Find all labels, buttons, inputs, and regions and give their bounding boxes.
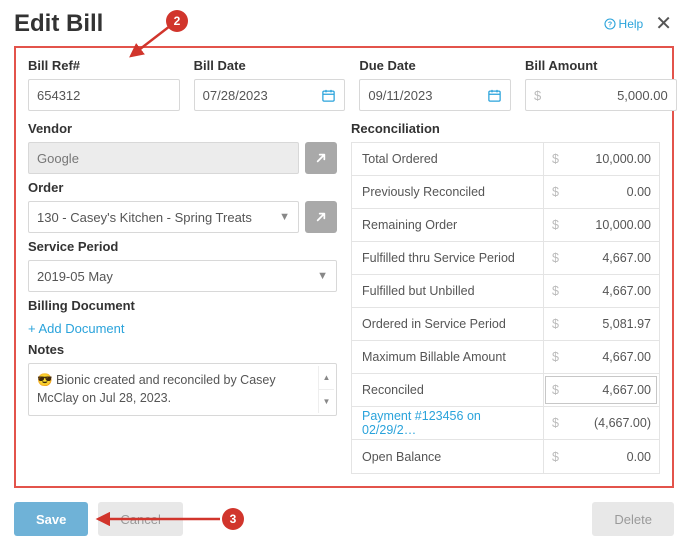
due-date-input[interactable]: 09/11/2023 <box>359 79 511 111</box>
delete-button[interactable]: Delete <box>592 502 674 536</box>
recon-row-label: Total Ordered <box>352 143 543 175</box>
notes-label: Notes <box>28 342 337 357</box>
chevron-down-icon: ▼ <box>279 211 290 223</box>
reconciliation-title: Reconciliation <box>351 121 660 136</box>
recon-row: Remaining Order$10,000.00 <box>352 209 659 242</box>
recon-row-label: Reconciled <box>352 374 543 406</box>
recon-row-link[interactable]: Payment #123456 on 02/29/2… <box>352 407 543 439</box>
recon-row: Fulfilled but Unbilled$4,667.00 <box>352 275 659 308</box>
recon-row-value: $4,667.00 <box>543 242 659 274</box>
bill-ref-input[interactable]: 654312 <box>28 79 180 111</box>
recon-row-value: $5,081.97 <box>543 308 659 340</box>
recon-row-value: $0.00 <box>543 176 659 208</box>
recon-row: Maximum Billable Amount$4,667.00 <box>352 341 659 374</box>
recon-row-value: $4,667.00 <box>543 341 659 373</box>
bill-amount-label: Bill Amount <box>525 58 677 73</box>
notes-stepper[interactable]: ▲▼ <box>318 366 334 413</box>
save-button[interactable]: Save <box>14 502 88 536</box>
order-select[interactable]: 130 - Casey's Kitchen - Spring Treats ▼ <box>28 201 299 233</box>
recon-row: Fulfilled thru Service Period$4,667.00 <box>352 242 659 275</box>
vendor-input: Google <box>28 142 299 174</box>
svg-text:?: ? <box>607 22 611 29</box>
recon-row: Open Balance$0.00 <box>352 440 659 473</box>
calendar-icon[interactable] <box>321 88 336 103</box>
service-period-select[interactable]: 2019-05 May ▼ <box>28 260 337 292</box>
recon-row: Reconciled$4,667.00 <box>352 374 659 407</box>
recon-row-label: Ordered in Service Period <box>352 308 543 340</box>
annotation-badge-3: 3 <box>222 508 244 530</box>
reconciliation-table: Total Ordered$10,000.00Previously Reconc… <box>351 142 660 474</box>
bill-ref-label: Bill Ref# <box>28 58 180 73</box>
recon-row-value: $0.00 <box>543 440 659 473</box>
recon-row-value[interactable]: $4,667.00 <box>543 374 659 406</box>
bill-date-label: Bill Date <box>194 58 346 73</box>
add-document-link[interactable]: + Add Document <box>28 321 337 336</box>
recon-row-label: Remaining Order <box>352 209 543 241</box>
vendor-label: Vendor <box>28 121 337 136</box>
annotation-badge-2: 2 <box>166 10 188 32</box>
help-label: Help <box>619 17 644 31</box>
recon-row: Payment #123456 on 02/29/2…$(4,667.00) <box>352 407 659 440</box>
notes-input[interactable]: 😎 Bionic created and reconciled by Casey… <box>28 363 337 416</box>
recon-row-label: Fulfilled thru Service Period <box>352 242 543 274</box>
open-order-icon[interactable] <box>305 201 337 233</box>
help-icon: ? <box>604 18 616 30</box>
billing-doc-label: Billing Document <box>28 298 337 313</box>
recon-row: Previously Reconciled$0.00 <box>352 176 659 209</box>
recon-row-label: Open Balance <box>352 440 543 473</box>
close-icon[interactable]: ✕ <box>653 12 674 36</box>
recon-row-value: $10,000.00 <box>543 143 659 175</box>
bill-amount-input[interactable]: $ 5,000.00 <box>525 79 677 111</box>
bill-date-input[interactable]: 07/28/2023 <box>194 79 346 111</box>
cancel-button[interactable]: Cancel <box>98 502 182 536</box>
order-label: Order <box>28 180 337 195</box>
recon-row: Total Ordered$10,000.00 <box>352 143 659 176</box>
open-vendor-icon[interactable] <box>305 142 337 174</box>
recon-row-label: Maximum Billable Amount <box>352 341 543 373</box>
page-title: Edit Bill <box>14 10 103 38</box>
recon-row-value: $10,000.00 <box>543 209 659 241</box>
recon-row-value: $(4,667.00) <box>543 407 659 439</box>
recon-row-label: Previously Reconciled <box>352 176 543 208</box>
recon-row-value: $4,667.00 <box>543 275 659 307</box>
help-link[interactable]: ? Help <box>604 17 644 31</box>
service-period-label: Service Period <box>28 239 337 254</box>
due-date-label: Due Date <box>359 58 511 73</box>
recon-row: Ordered in Service Period$5,081.97 <box>352 308 659 341</box>
calendar-icon[interactable] <box>487 88 502 103</box>
form-outline: Bill Ref# 654312 Bill Date 07/28/2023 Du… <box>14 46 674 488</box>
chevron-down-icon: ▼ <box>317 270 328 282</box>
recon-row-label: Fulfilled but Unbilled <box>352 275 543 307</box>
